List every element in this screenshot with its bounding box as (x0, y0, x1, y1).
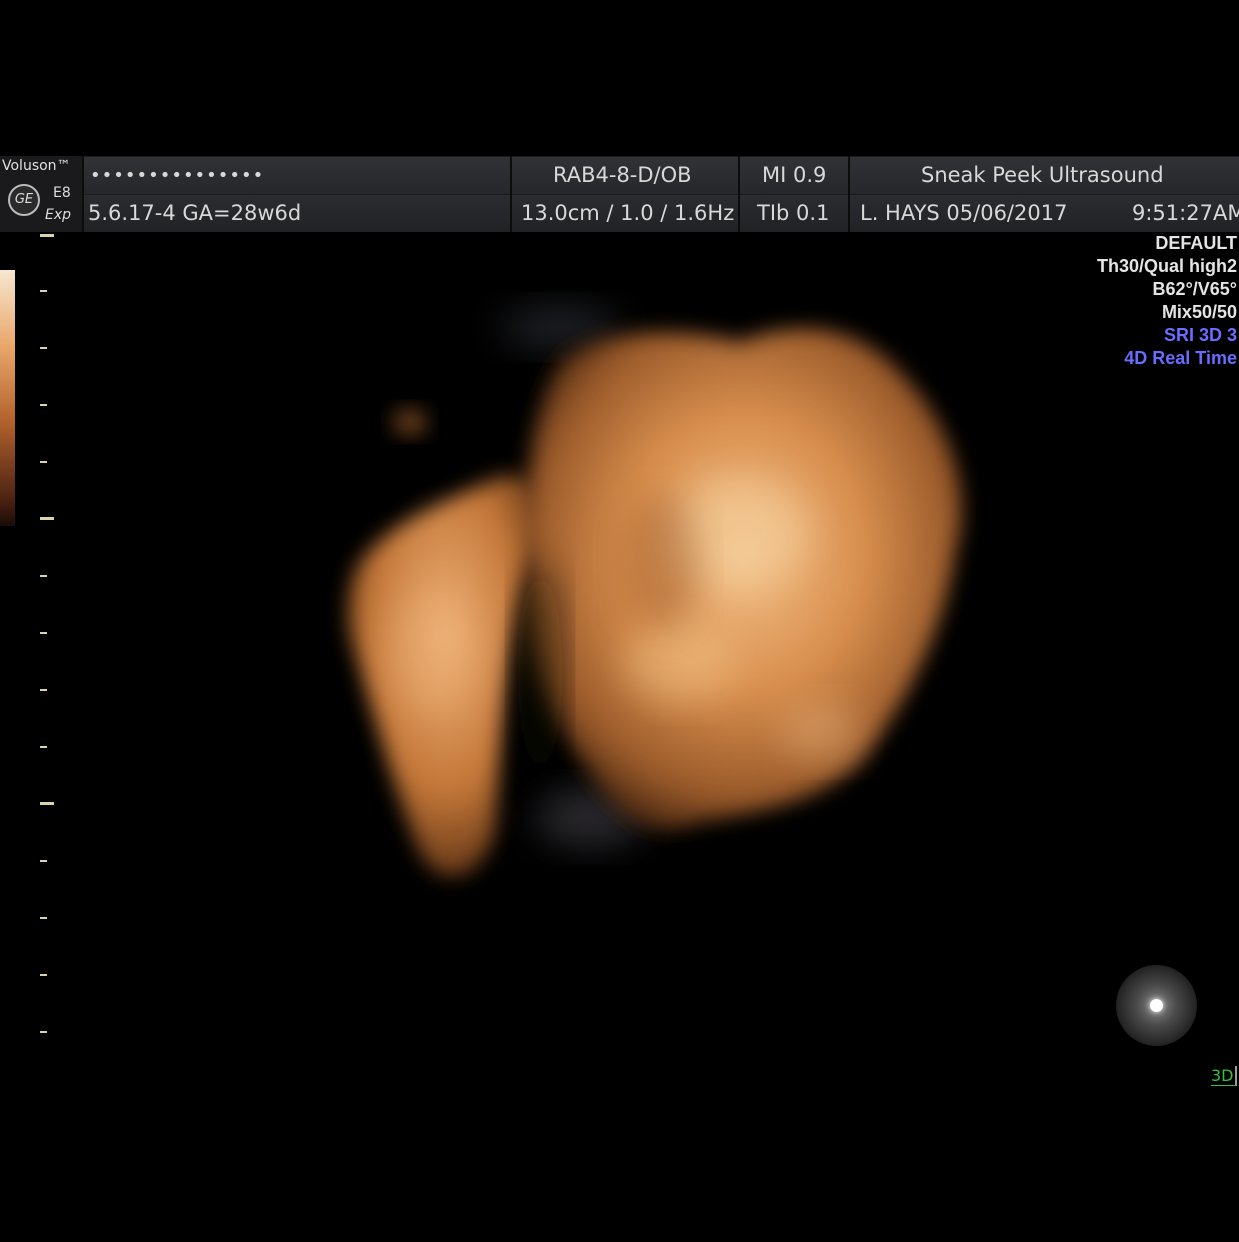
light-orientation-icon (1116, 965, 1197, 1046)
depth-ruler-tick (40, 347, 47, 349)
header-row-top: ••••••••••••••• RAB4-8-D/OB MI 0.9 Sneak… (0, 157, 1239, 194)
quality-label: Th30/Qual high2 (1096, 256, 1237, 276)
depth-ruler-tick (40, 290, 47, 292)
depth-ruler-tick (40, 517, 54, 520)
mode-indicator: 3D (1211, 1066, 1237, 1086)
patient-id: ••••••••••••••• (90, 165, 265, 186)
header-divider (738, 156, 740, 232)
header-divider (510, 156, 512, 232)
depth-ruler-tick (40, 234, 54, 237)
surface-highlight (780, 702, 860, 762)
depth-ruler-tick (40, 917, 47, 919)
clinic-name: Sneak Peek Ultrasound (921, 163, 1164, 187)
preset-label: DEFAULT (1155, 233, 1237, 253)
tissue-speck (392, 408, 428, 436)
tib-value: TIb 0.1 (757, 201, 830, 225)
depth-ruler-tick (40, 746, 47, 748)
angle-label: B62°/V65° (1152, 279, 1237, 299)
depth-ruler-tick (40, 689, 47, 691)
header-row-bottom: 5.6.17-4 GA=28w6d 13.0cm / 1.0 / 1.6Hz T… (0, 195, 1239, 232)
surface-highlight (385, 592, 475, 712)
depth-ruler-tick (40, 974, 47, 976)
brand-block: Voluson™ GE E8 Exp (0, 156, 82, 232)
ultrasound-3d-render (348, 305, 962, 877)
brand-name: Voluson™ (2, 158, 71, 174)
exam-info: 5.6.17-4 GA=28w6d (88, 201, 302, 225)
sri-label: SRI 3D 3 (1163, 325, 1237, 345)
depth-frequency: 13.0cm / 1.0 / 1.6Hz (521, 201, 735, 225)
model-sub: Exp (45, 207, 72, 223)
surface-highlight (625, 622, 735, 702)
mix-label: Mix50/50 (1161, 302, 1237, 322)
probe-label: RAB4-8-D/OB (553, 163, 692, 187)
depth-ruler-tick (40, 404, 47, 406)
depth-ruler-tick (40, 1031, 47, 1033)
mode-label: 4D Real Time (1124, 348, 1237, 368)
mi-value: MI 0.9 (762, 163, 827, 187)
operator-date: L. HAYS 05/06/2017 (860, 201, 1068, 225)
surface-shadow (620, 492, 700, 632)
depth-ruler-tick (40, 802, 54, 805)
color-scale-bar (0, 270, 15, 526)
ge-logo-icon: GE (8, 184, 40, 216)
model-name: E8 (53, 185, 71, 201)
depth-ruler-tick (40, 575, 47, 577)
header-bar: ••••••••••••••• RAB4-8-D/OB MI 0.9 Sneak… (0, 156, 1239, 232)
light-source-icon (1150, 999, 1163, 1012)
depth-ruler-tick (40, 860, 47, 862)
header-divider (82, 156, 84, 232)
header-divider (848, 156, 850, 232)
depth-ruler-tick (40, 632, 47, 634)
clock-time: 9:51:27AM (1132, 201, 1239, 225)
depth-ruler-tick (40, 461, 47, 463)
surface-shadow (518, 562, 562, 782)
render-parameters: DEFAULT Th30/Qual high2 B62°/V65° Mix50/… (1097, 232, 1237, 370)
